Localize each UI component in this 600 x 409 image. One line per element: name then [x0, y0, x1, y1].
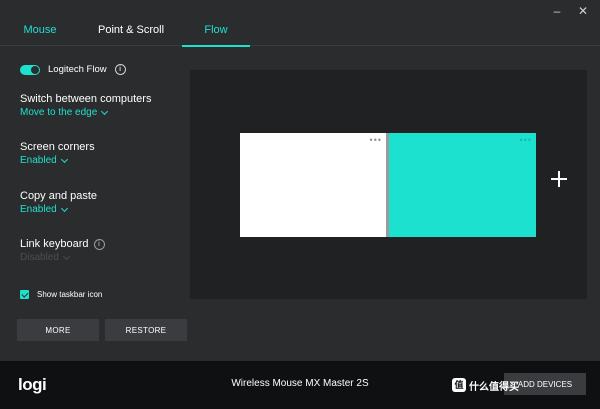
bottom-bar: logi Wireless Mouse MX Master 2S ADD DEV… — [0, 361, 600, 409]
tab-point-scroll[interactable]: Point & Scroll — [80, 14, 182, 46]
computer-screen-1[interactable]: ••• — [240, 133, 386, 237]
chevron-down-icon — [60, 155, 68, 163]
watermark-text: 什么值得买 — [469, 381, 519, 393]
tab-flow[interactable]: Flow — [182, 14, 250, 47]
switch-between-dropdown[interactable]: Move to the edge — [20, 107, 151, 118]
chevron-down-icon — [101, 107, 109, 115]
info-icon[interactable]: i — [114, 64, 126, 75]
copy-paste-title: Copy and paste — [20, 190, 98, 202]
chevron-down-icon — [62, 252, 70, 260]
copy-paste-value: Enabled — [20, 204, 57, 215]
close-button[interactable]: ✕ — [576, 4, 590, 18]
copy-paste-setting: Copy and paste Enabled — [20, 190, 97, 215]
link-keyboard-title-row: Link keyboard i — [20, 238, 105, 250]
settings-panel: Logitech Flow i Switch between computers… — [0, 47, 190, 361]
top-bar: – ✕ Mouse Point & Scroll Flow — [0, 0, 600, 47]
screen-corners-dropdown[interactable]: Enabled — [20, 155, 95, 166]
screen-corners-setting: Screen corners Enabled — [20, 141, 95, 166]
switch-between-title: Switch between computers — [20, 93, 152, 105]
link-keyboard-setting: Link keyboard i Disabled — [20, 238, 105, 263]
more-options-icon[interactable]: ••• — [520, 136, 532, 145]
screen-corners-title: Screen corners — [20, 141, 95, 153]
logitech-flow-toggle[interactable] — [20, 64, 40, 75]
copy-paste-dropdown[interactable]: Enabled — [20, 204, 97, 215]
computer-screen-2[interactable]: ••• — [389, 133, 536, 237]
add-computer-icon[interactable] — [551, 171, 567, 187]
window-controls: – ✕ — [550, 4, 590, 18]
restore-button[interactable]: RESTORE — [105, 319, 187, 341]
switch-between-setting: Switch between computers Move to the edg… — [20, 93, 151, 118]
show-taskbar-label: Show taskbar icon — [37, 290, 103, 299]
watermark: 值 什么值得买 — [452, 377, 519, 393]
link-keyboard-value: Disabled — [20, 252, 59, 263]
minimize-button[interactable]: – — [550, 4, 564, 18]
show-taskbar-checkbox[interactable] — [20, 290, 29, 299]
more-button[interactable]: MORE — [17, 319, 99, 341]
logitech-flow-label: Logitech Flow — [48, 64, 107, 75]
logitech-flow-row: Logitech Flow i — [20, 64, 126, 75]
flow-arrangement-panel: ••• ••• — [190, 70, 587, 299]
tab-mouse[interactable]: Mouse — [0, 14, 80, 46]
info-icon[interactable]: i — [93, 238, 105, 250]
link-keyboard-dropdown: Disabled — [20, 252, 105, 263]
watermark-badge: 值 — [452, 378, 466, 392]
more-options-icon[interactable]: ••• — [370, 136, 382, 145]
screen-corners-value: Enabled — [20, 155, 57, 166]
chevron-down-icon — [60, 204, 68, 212]
link-keyboard-title: Link keyboard — [20, 238, 89, 250]
tab-bar: Mouse Point & Scroll Flow — [0, 14, 250, 47]
show-taskbar-row: Show taskbar icon — [20, 290, 102, 299]
switch-between-value: Move to the edge — [20, 107, 98, 118]
